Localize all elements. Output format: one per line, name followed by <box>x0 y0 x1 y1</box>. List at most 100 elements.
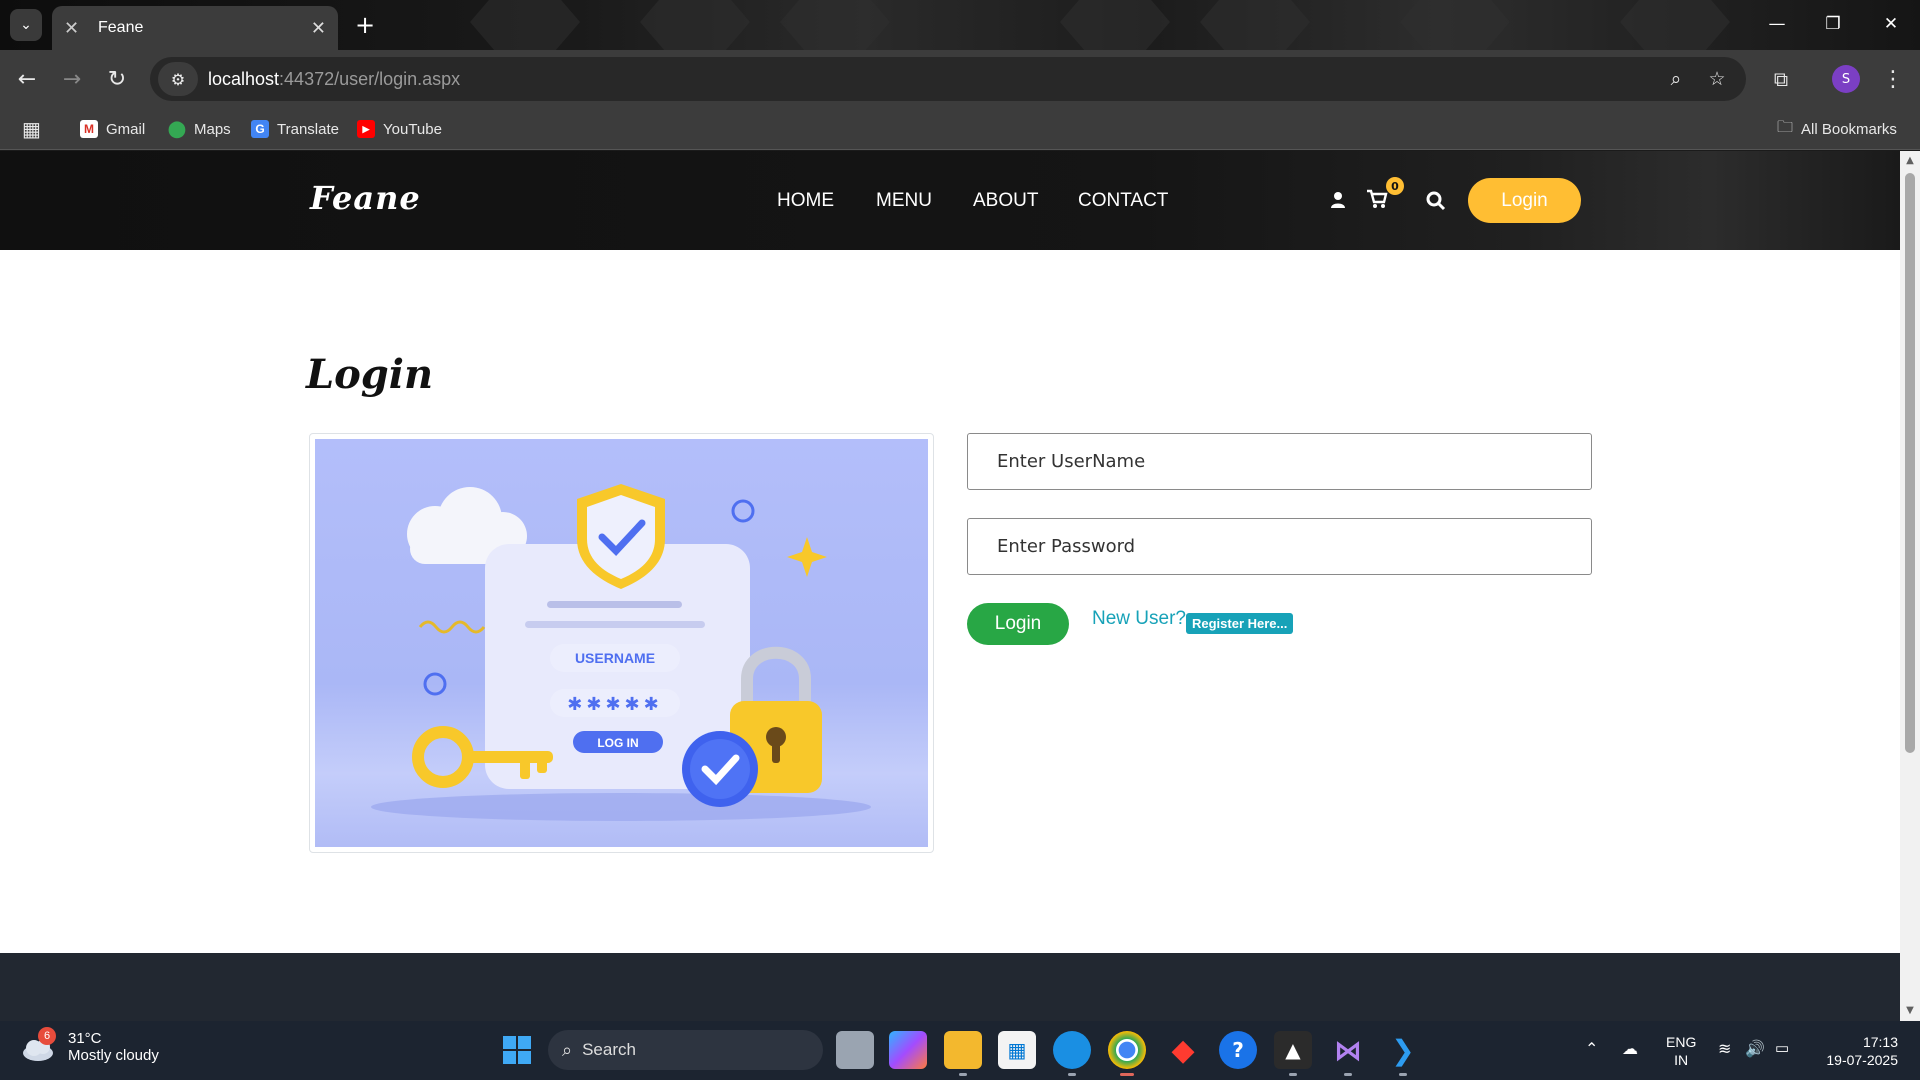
clock-date: 19-07-2025 <box>1826 1052 1898 1068</box>
all-bookmarks-button[interactable]: 🗀 All Bookmarks <box>1777 118 1897 140</box>
taskbar-search[interactable]: ⌕ Search <box>548 1030 823 1070</box>
search-icon[interactable] <box>1426 191 1446 211</box>
url-path: :44372/user/login.aspx <box>279 68 461 89</box>
vscode-icon[interactable]: ❯ <box>1384 1031 1422 1069</box>
browser-toolbar: ← → ↻ ⚙ localhost:44372/user/login.aspx … <box>0 50 1920 108</box>
zoom-icon[interactable]: ⌕ <box>1662 65 1690 93</box>
chrome-icon[interactable] <box>1108 1031 1146 1069</box>
anydesk-icon[interactable]: ◆ <box>1164 1031 1202 1069</box>
wifi-icon[interactable]: ≋ <box>1718 1039 1731 1059</box>
file-explorer-icon[interactable] <box>944 1031 982 1069</box>
copilot-icon[interactable] <box>889 1031 927 1069</box>
page-scrollbar[interactable]: ▲ ▼ <box>1900 151 1920 1021</box>
wallpaper-shape <box>1200 0 1310 54</box>
profile-avatar[interactable]: S <box>1832 65 1860 93</box>
nav-about[interactable]: ABOUT <box>973 190 1038 212</box>
forward-arrow-icon[interactable]: → <box>55 62 89 96</box>
scroll-up-arrow-icon[interactable]: ▲ <box>1904 155 1916 166</box>
site-header: Feane HOME MENU ABOUT CONTACT 0 Login <box>0 151 1900 250</box>
volume-icon[interactable]: 🔊 <box>1745 1039 1765 1059</box>
weather-condition: Mostly cloudy <box>68 1047 159 1064</box>
running-indicator <box>1068 1073 1076 1076</box>
nav-contact[interactable]: CONTACT <box>1078 190 1168 212</box>
site-info-icon[interactable]: ⚙ <box>158 62 198 96</box>
nav-home[interactable]: HOME <box>777 190 834 212</box>
bookmark-label: Gmail <box>106 120 146 138</box>
store-icon[interactable]: ▦ <box>998 1031 1036 1069</box>
nav-menu[interactable]: MENU <box>876 190 932 212</box>
reload-icon[interactable]: ↻ <box>100 62 134 96</box>
login-illustration: USERNAME ✱✱✱✱✱ LOG IN <box>315 439 928 847</box>
wallpaper-shape <box>640 0 750 54</box>
taskbar-search-label: Search <box>582 1040 636 1059</box>
bookmark-translate[interactable]: G Translate <box>251 118 339 140</box>
bookmarks-bar: ▦ M Gmail ⬤ Maps G Translate ▶ YouTube 🗀… <box>0 108 1920 150</box>
maps-pin-icon: ⬤ <box>168 121 186 138</box>
register-here-link[interactable]: Register Here... <box>1186 613 1294 634</box>
chevron-up-icon[interactable]: ⌃ <box>1585 1039 1598 1059</box>
user-icon[interactable] <box>1330 191 1346 209</box>
gmail-icon: M <box>80 120 98 138</box>
bookmark-gmail[interactable]: M Gmail <box>80 118 145 140</box>
onedrive-icon[interactable]: ☁ <box>1622 1039 1638 1059</box>
login-illustration-art: USERNAME ✱✱✱✱✱ LOG IN <box>371 484 871 821</box>
more-menu-icon[interactable]: ⋮ <box>1876 62 1910 96</box>
illustration-password-mask: ✱✱✱✱✱ <box>567 694 662 715</box>
url-text[interactable]: localhost:44372/user/login.aspx <box>208 69 460 90</box>
password-field[interactable] <box>967 518 1592 575</box>
bookmark-maps[interactable]: ⬤ Maps <box>168 118 231 140</box>
visual-studio-icon[interactable]: ⋈ <box>1329 1031 1367 1069</box>
illustration-login-label: LOG IN <box>597 736 638 750</box>
active-indicator <box>1120 1073 1134 1076</box>
app-icon[interactable]: ▲ <box>1274 1031 1312 1069</box>
task-view-icon[interactable] <box>836 1031 874 1069</box>
help-icon[interactable]: ? <box>1219 1031 1257 1069</box>
username-field[interactable] <box>967 433 1592 490</box>
search-icon: ⌕ <box>562 1039 573 1060</box>
address-bar[interactable]: ⚙ localhost:44372/user/login.aspx ⌕ ☆ <box>150 57 1746 101</box>
minimize-button[interactable]: — <box>1757 8 1797 40</box>
back-arrow-icon[interactable]: ← <box>10 62 44 96</box>
language-indicator[interactable]: ENG IN <box>1666 1033 1696 1069</box>
all-bookmarks-label: All Bookmarks <box>1801 120 1897 138</box>
tab-search-button[interactable]: ⌄ <box>10 9 42 41</box>
new-user-link[interactable]: New User? <box>1092 608 1186 630</box>
site-footer <box>0 953 1900 1021</box>
header-login-button[interactable]: Login <box>1468 178 1581 223</box>
wallpaper-shape <box>1620 0 1730 54</box>
browser-tab[interactable]: ✕ Feane ✕ <box>52 6 338 50</box>
start-button[interactable] <box>498 1031 536 1069</box>
browser-titlebar: ⌄ ✕ Feane ✕ + — ❐ ✕ <box>0 0 1920 54</box>
edge-icon[interactable] <box>1053 1031 1091 1069</box>
bookmark-youtube[interactable]: ▶ YouTube <box>357 118 442 140</box>
wallpaper-shape <box>780 0 890 54</box>
folder-icon: 🗀 <box>1777 118 1794 136</box>
tab-favicon-icon: ✕ <box>64 17 80 39</box>
apps-grid-icon[interactable]: ▦ <box>22 118 41 141</box>
youtube-icon: ▶ <box>357 120 375 138</box>
scroll-down-arrow-icon[interactable]: ▼ <box>1904 1005 1916 1016</box>
battery-icon[interactable]: ▭ <box>1775 1039 1789 1057</box>
cart-count-badge: 0 <box>1386 177 1404 195</box>
close-tab-icon[interactable]: ✕ <box>311 18 326 39</box>
login-submit-button[interactable]: Login <box>967 603 1069 645</box>
running-indicator <box>1289 1073 1297 1076</box>
cart-icon[interactable] <box>1366 189 1388 209</box>
url-host: localhost <box>208 68 280 89</box>
taskbar: 6 31°C Mostly cloudy ⌕ Search ▦ ◆ ? ▲ ⋈ … <box>0 1021 1920 1080</box>
bookmark-star-icon[interactable]: ☆ <box>1703 65 1731 93</box>
restore-button[interactable]: ❐ <box>1813 8 1853 40</box>
clock[interactable]: 17:13 19-07-2025 <box>1818 1033 1898 1069</box>
extensions-icon[interactable]: ⧉ <box>1764 62 1798 96</box>
chevron-down-icon: ⌄ <box>20 17 32 33</box>
close-window-button[interactable]: ✕ <box>1871 8 1911 40</box>
scrollbar-thumb[interactable] <box>1905 173 1915 753</box>
site-logo[interactable]: Feane <box>310 179 421 217</box>
running-indicator <box>1399 1073 1407 1076</box>
bookmark-label: Translate <box>277 120 339 138</box>
running-indicator <box>1344 1073 1352 1076</box>
tab-title: Feane <box>98 19 144 36</box>
weather-widget[interactable]: 6 31°C Mostly cloudy <box>20 1027 159 1065</box>
new-tab-button[interactable]: + <box>350 10 380 40</box>
translate-icon: G <box>251 120 269 138</box>
